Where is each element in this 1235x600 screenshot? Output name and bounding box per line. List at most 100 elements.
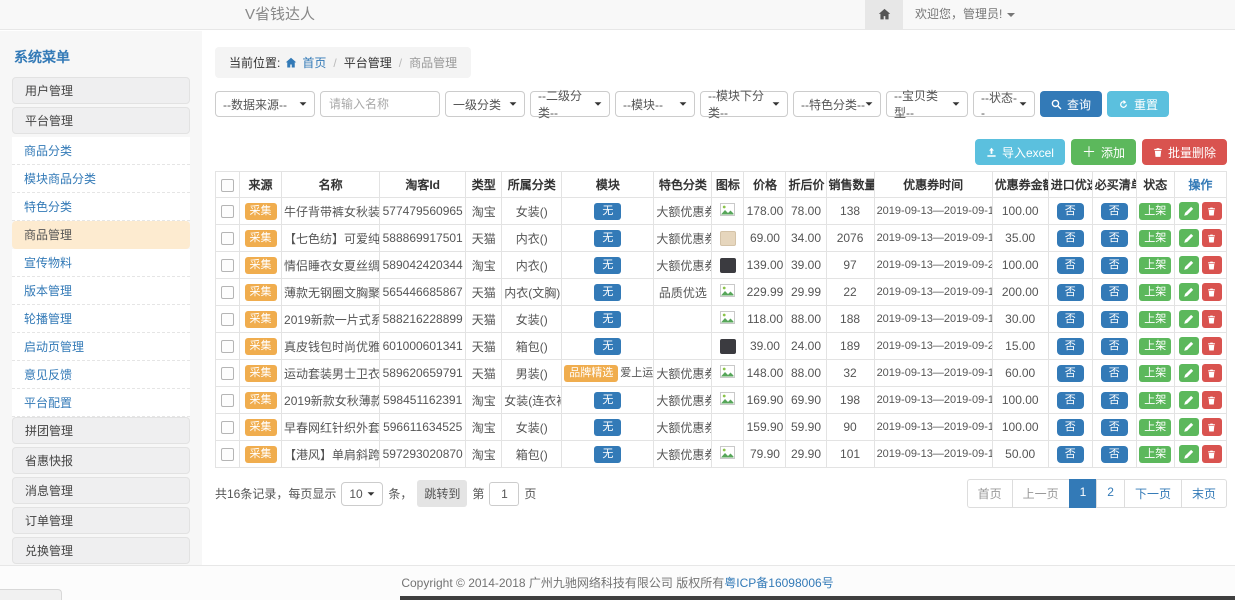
sidebar-item-兑换管理[interactable]: 兑换管理 — [12, 537, 190, 564]
import-select-toggle[interactable]: 否 — [1057, 365, 1084, 382]
sidebar-item-模块商品分类[interactable]: 模块商品分类 — [12, 165, 190, 193]
select-all-checkbox[interactable] — [221, 179, 234, 192]
sidebar-item-版本管理[interactable]: 版本管理 — [12, 277, 190, 305]
import-select-toggle[interactable]: 否 — [1057, 338, 1084, 355]
must-buy-toggle[interactable]: 否 — [1101, 230, 1128, 247]
edit-button[interactable] — [1179, 229, 1199, 247]
edit-button[interactable] — [1179, 418, 1199, 436]
delete-button[interactable] — [1202, 310, 1222, 328]
must-buy-toggle[interactable]: 否 — [1101, 392, 1128, 409]
sidebar-item-省惠快报[interactable]: 省惠快报 — [12, 447, 190, 474]
pager-button-1[interactable]: 1 — [1069, 479, 1098, 508]
search-button[interactable]: 查询 — [1040, 91, 1102, 117]
per-page-select[interactable]: 10 — [341, 482, 383, 506]
breadcrumb-home-link[interactable]: 首页 — [302, 54, 326, 71]
home-button[interactable] — [865, 0, 903, 29]
jump-page-input[interactable] — [489, 482, 519, 506]
import-select-toggle[interactable]: 否 — [1057, 419, 1084, 436]
import-select-toggle[interactable]: 否 — [1057, 203, 1084, 220]
status-badge[interactable]: 上架 — [1139, 365, 1171, 382]
delete-button[interactable] — [1202, 418, 1222, 436]
edit-button[interactable] — [1179, 391, 1199, 409]
reset-button[interactable]: 重置 — [1107, 91, 1169, 117]
sidebar-item-平台管理[interactable]: 平台管理 — [12, 107, 190, 134]
edit-button[interactable] — [1179, 337, 1199, 355]
sidebar-item-商品分类[interactable]: 商品分类 — [12, 137, 190, 165]
status-badge[interactable]: 上架 — [1139, 257, 1171, 274]
delete-button[interactable] — [1202, 391, 1222, 409]
sidebar-item-特色分类[interactable]: 特色分类 — [12, 193, 190, 221]
edit-button[interactable] — [1179, 202, 1199, 220]
import-select-toggle[interactable]: 否 — [1057, 257, 1084, 274]
edit-button[interactable] — [1179, 310, 1199, 328]
user-menu[interactable]: 欢迎您，管理员! — [915, 0, 1015, 29]
status-badge[interactable]: 上架 — [1139, 284, 1171, 301]
status-badge[interactable]: 上架 — [1139, 338, 1171, 355]
delete-button[interactable] — [1202, 202, 1222, 220]
icp-link[interactable]: 粤ICP备16098006号 — [724, 576, 833, 590]
row-checkbox[interactable] — [221, 286, 234, 299]
delete-button[interactable] — [1202, 229, 1222, 247]
name-search-input[interactable] — [320, 91, 440, 117]
filter-select[interactable]: --宝贝类型-- — [886, 91, 968, 117]
row-checkbox[interactable] — [221, 448, 234, 461]
must-buy-toggle[interactable]: 否 — [1101, 203, 1128, 220]
delete-button[interactable] — [1202, 364, 1222, 382]
must-buy-toggle[interactable]: 否 — [1101, 284, 1128, 301]
sidebar-item-意见反馈[interactable]: 意见反馈 — [12, 361, 190, 389]
filter-select[interactable]: --模块-- — [615, 91, 695, 117]
sidebar-item-启动页管理[interactable]: 启动页管理 — [12, 333, 190, 361]
must-buy-toggle[interactable]: 否 — [1101, 257, 1128, 274]
import-excel-button[interactable]: 导入excel — [975, 139, 1065, 165]
status-badge[interactable]: 上架 — [1139, 311, 1171, 328]
filter-select[interactable]: --特色分类-- — [793, 91, 881, 117]
row-checkbox[interactable] — [221, 340, 234, 353]
must-buy-toggle[interactable]: 否 — [1101, 365, 1128, 382]
import-select-toggle[interactable]: 否 — [1057, 392, 1084, 409]
must-buy-toggle[interactable]: 否 — [1101, 446, 1128, 463]
edit-button[interactable] — [1179, 445, 1199, 463]
row-checkbox[interactable] — [221, 421, 234, 434]
delete-button[interactable] — [1202, 337, 1222, 355]
delete-button[interactable] — [1202, 283, 1222, 301]
sidebar-item-轮播管理[interactable]: 轮播管理 — [12, 305, 190, 333]
edit-button[interactable] — [1179, 364, 1199, 382]
sidebar-item-订单管理[interactable]: 订单管理 — [12, 507, 190, 534]
filter-select[interactable]: --状态-- — [973, 91, 1035, 117]
edit-button[interactable] — [1179, 256, 1199, 274]
sidebar-item-消息管理[interactable]: 消息管理 — [12, 477, 190, 504]
delete-button[interactable] — [1202, 445, 1222, 463]
row-checkbox[interactable] — [221, 313, 234, 326]
filter-select[interactable]: --二级分类-- — [530, 91, 610, 117]
row-checkbox[interactable] — [221, 232, 234, 245]
pager-button-2[interactable]: 2 — [1096, 479, 1125, 508]
must-buy-toggle[interactable]: 否 — [1101, 419, 1128, 436]
filter-select[interactable]: --模块下分类-- — [700, 91, 788, 117]
edit-button[interactable] — [1179, 283, 1199, 301]
jump-button[interactable]: 跳转到 — [417, 480, 467, 507]
import-select-toggle[interactable]: 否 — [1057, 284, 1084, 301]
import-select-toggle[interactable]: 否 — [1057, 230, 1084, 247]
batch-delete-button[interactable]: 批量删除 — [1142, 139, 1227, 165]
pager-button-下一页[interactable]: 下一页 — [1124, 479, 1182, 508]
status-badge[interactable]: 上架 — [1139, 203, 1171, 220]
status-badge[interactable]: 上架 — [1139, 419, 1171, 436]
pager-button-末页[interactable]: 末页 — [1181, 479, 1227, 508]
sidebar-item-宣传物料[interactable]: 宣传物料 — [12, 249, 190, 277]
row-checkbox[interactable] — [221, 394, 234, 407]
sidebar-item-用户管理[interactable]: 用户管理 — [12, 77, 190, 104]
row-checkbox[interactable] — [221, 367, 234, 380]
must-buy-toggle[interactable]: 否 — [1101, 338, 1128, 355]
status-badge[interactable]: 上架 — [1139, 230, 1171, 247]
row-checkbox[interactable] — [221, 205, 234, 218]
add-button[interactable]: ＋ 添加 — [1071, 139, 1136, 165]
delete-button[interactable] — [1202, 256, 1222, 274]
row-checkbox[interactable] — [221, 259, 234, 272]
must-buy-toggle[interactable]: 否 — [1101, 311, 1128, 328]
import-select-toggle[interactable]: 否 — [1057, 446, 1084, 463]
sidebar-item-平台配置[interactable]: 平台配置 — [12, 389, 190, 417]
import-select-toggle[interactable]: 否 — [1057, 311, 1084, 328]
filter-select[interactable]: --数据来源-- — [215, 91, 315, 117]
sidebar-item-拼团管理[interactable]: 拼团管理 — [12, 417, 190, 444]
status-badge[interactable]: 上架 — [1139, 392, 1171, 409]
